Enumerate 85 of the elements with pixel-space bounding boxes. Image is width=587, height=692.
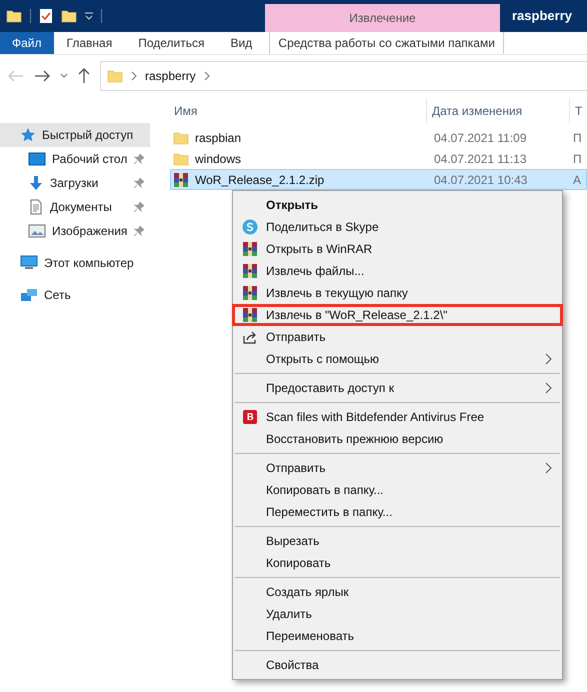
chevron-right-icon[interactable] [131, 71, 137, 81]
skype-icon [242, 219, 258, 235]
folder-icon [173, 130, 189, 146]
menu-item[interactable]: Отправить [233, 457, 562, 479]
document-icon [28, 199, 44, 215]
file-row[interactable]: WoR_Release_2.1.2.zip 04.07.2021 10:43 А [170, 169, 587, 190]
sidebar-item[interactable]: Этот компьютер [0, 251, 150, 275]
menu-item[interactable]: Открыть с помощью [233, 348, 562, 370]
column-header[interactable]: Имя [170, 102, 426, 123]
menu-item[interactable]: Копировать в папку... [233, 479, 562, 501]
table-cell-text: П [573, 150, 582, 168]
ribbon-tab[interactable]: Поделиться [125, 32, 218, 54]
archive-icon [242, 263, 258, 279]
chevron-right-icon [545, 462, 552, 474]
file-name: raspbian [195, 130, 242, 146]
menu-item[interactable]: Открыть в WinRAR [233, 238, 562, 260]
pin-icon[interactable] [134, 154, 144, 164]
sidebar-item[interactable]: Сеть [0, 283, 150, 307]
menu-item[interactable]: Создать ярлык [233, 581, 562, 603]
menu-item[interactable]: Извлечь файлы... [233, 260, 562, 282]
breadcrumb[interactable]: raspberry [145, 67, 196, 85]
shield-b-icon [242, 409, 258, 425]
share-icon [242, 329, 258, 345]
archive-icon [242, 285, 258, 301]
file-name: WoR_Release_2.1.2.zip [195, 172, 324, 188]
network-icon [20, 287, 38, 303]
ribbon-tab[interactable]: Файл [0, 32, 54, 54]
file-row[interactable]: raspbian 04.07.2021 11:09 П [170, 127, 587, 148]
menu-item[interactable]: Поделиться в Skype [233, 216, 562, 238]
forward-arrow-icon[interactable] [34, 70, 50, 82]
properties-icon[interactable] [39, 8, 53, 24]
menu-item[interactable]: Извлечь в "WoR_Release_2.1.2\" [232, 304, 563, 326]
address-bar[interactable]: raspberry [100, 61, 587, 91]
column-header[interactable]: Т [570, 102, 582, 123]
date-cell-text: 04.07.2021 11:13 [433, 150, 528, 168]
download-arrow-icon [28, 175, 44, 191]
sidebar-item[interactable]: Документы [0, 195, 150, 219]
menu-item[interactable]: Копировать [233, 552, 562, 574]
chevron-right-icon[interactable] [204, 71, 210, 81]
folder-icon [6, 8, 22, 24]
column-header[interactable]: Дата изменения [427, 102, 569, 123]
desktop-icon [28, 151, 46, 167]
table-cell-text: П [573, 130, 582, 146]
folder-icon [107, 68, 123, 84]
sidebar-item[interactable]: Рабочий стол [0, 147, 150, 171]
pin-icon[interactable] [134, 202, 144, 212]
menu-item[interactable]: Открыть [233, 194, 562, 216]
menu-item[interactable]: Удалить [233, 603, 562, 625]
folder-icon [173, 150, 189, 166]
menu-item[interactable]: Предоставить доступ к [233, 377, 562, 399]
ribbon-tab[interactable]: Средства работы со сжатыми папками [269, 32, 504, 54]
up-arrow-icon[interactable] [78, 68, 90, 84]
contextual-tab-header: Извлечение [265, 4, 500, 32]
archive-icon [173, 172, 189, 188]
sidebar-item[interactable]: Загрузки [0, 171, 150, 195]
file-name: windows [195, 150, 242, 168]
sidebar-item[interactable]: Быстрый доступ [0, 123, 150, 147]
chevron-down-icon[interactable] [60, 73, 68, 79]
chevron-right-icon [545, 353, 552, 365]
archive-icon [242, 241, 258, 257]
ribbon-tab[interactable]: Главная [54, 32, 126, 54]
date-cell-text: 04.07.2021 11:09 [433, 130, 528, 146]
dropdown-icon[interactable] [85, 11, 93, 21]
menu-item[interactable]: Отправить [233, 326, 562, 348]
menu-item[interactable]: Scan files with Bitdefender Antivirus Free [233, 406, 562, 428]
pin-icon[interactable] [134, 178, 144, 188]
menu-item[interactable]: Вырезать [233, 530, 562, 552]
computer-icon [20, 255, 38, 271]
new-folder-icon [61, 8, 77, 24]
file-row[interactable]: windows 04.07.2021 11:13 П [170, 148, 587, 169]
menu-item[interactable]: Переименовать [233, 625, 562, 647]
pin-icon[interactable] [134, 226, 144, 236]
menu-item[interactable]: Восстановить прежнюю версию [233, 428, 562, 450]
star-icon [20, 127, 36, 143]
menu-item[interactable]: Свойства [233, 654, 562, 676]
ribbon-tab[interactable]: Вид [217, 32, 266, 54]
table-cell-text: А [573, 172, 582, 188]
menu-item[interactable]: Извлечь в текущую папку [233, 282, 562, 304]
sidebar-item[interactable]: Изображения [0, 219, 150, 243]
menu-item[interactable]: Переместить в папку... [233, 501, 562, 523]
chevron-right-icon [545, 382, 552, 394]
window-title: raspberry [511, 7, 573, 26]
image-icon [28, 223, 46, 239]
date-cell-text: 04.07.2021 10:43 [433, 172, 528, 188]
archive-icon [242, 307, 258, 323]
